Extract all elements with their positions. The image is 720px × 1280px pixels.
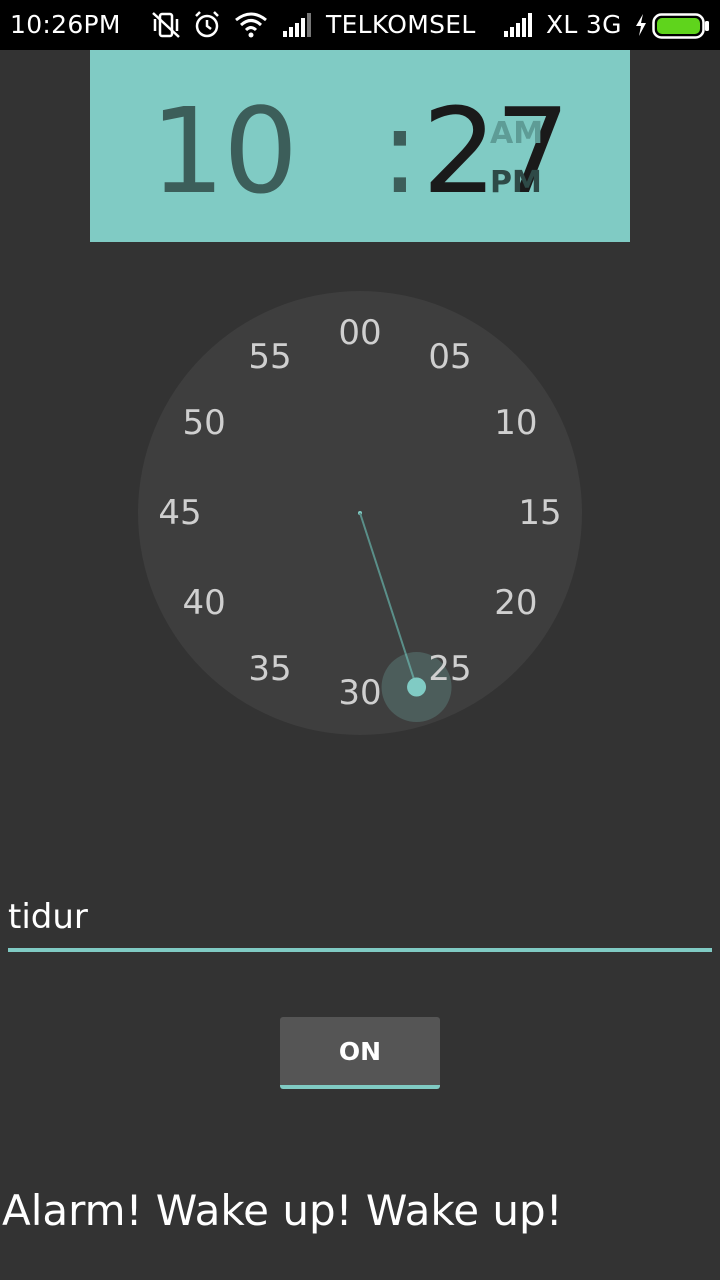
carrier-telkomsel: TELKOMSEL — [326, 10, 476, 39]
carrier-xl: XL 3G — [546, 10, 622, 39]
clock-number[interactable]: 10 — [476, 403, 556, 443]
alarm-icon — [195, 11, 219, 38]
status-time: 10:26PM — [10, 10, 121, 39]
clock-number[interactable]: 25 — [410, 649, 490, 689]
hour-display[interactable]: 10 — [150, 92, 298, 210]
status-bar: 10:26PM TELKOMSEL XL 3G — [0, 0, 720, 50]
clock-number[interactable]: 40 — [164, 583, 244, 623]
clock-number[interactable]: 00 — [320, 313, 400, 353]
clock-number[interactable]: 55 — [230, 337, 310, 377]
clock-number[interactable]: 35 — [230, 649, 310, 689]
signal-icon — [504, 13, 532, 37]
clock-number[interactable]: 30 — [320, 673, 400, 713]
am-toggle[interactable]: AM — [490, 116, 543, 151]
signal-icon — [283, 13, 311, 37]
alarm-message: Alarm! Wake up! Wake up! — [2, 1186, 563, 1235]
clock-number[interactable]: 50 — [164, 403, 244, 443]
vibrate-off-icon — [152, 12, 180, 38]
time-header: 10 : 27 AM PM — [90, 50, 630, 242]
clock-number[interactable]: 15 — [500, 493, 580, 533]
alarm-on-button[interactable]: ON — [280, 1017, 440, 1089]
charging-icon — [636, 14, 646, 36]
battery-icon — [652, 13, 709, 39]
pm-toggle[interactable]: PM — [490, 165, 542, 200]
alarm-label-input[interactable] — [8, 890, 712, 952]
clock-number[interactable]: 20 — [476, 583, 556, 623]
minute-clock-dial[interactable]: 00 05 10 15 20 25 30 35 40 45 50 55 — [138, 291, 582, 735]
time-separator: : — [380, 82, 420, 220]
wifi-icon — [235, 12, 267, 38]
clock-number[interactable]: 45 — [140, 493, 220, 533]
clock-number[interactable]: 05 — [410, 337, 490, 377]
